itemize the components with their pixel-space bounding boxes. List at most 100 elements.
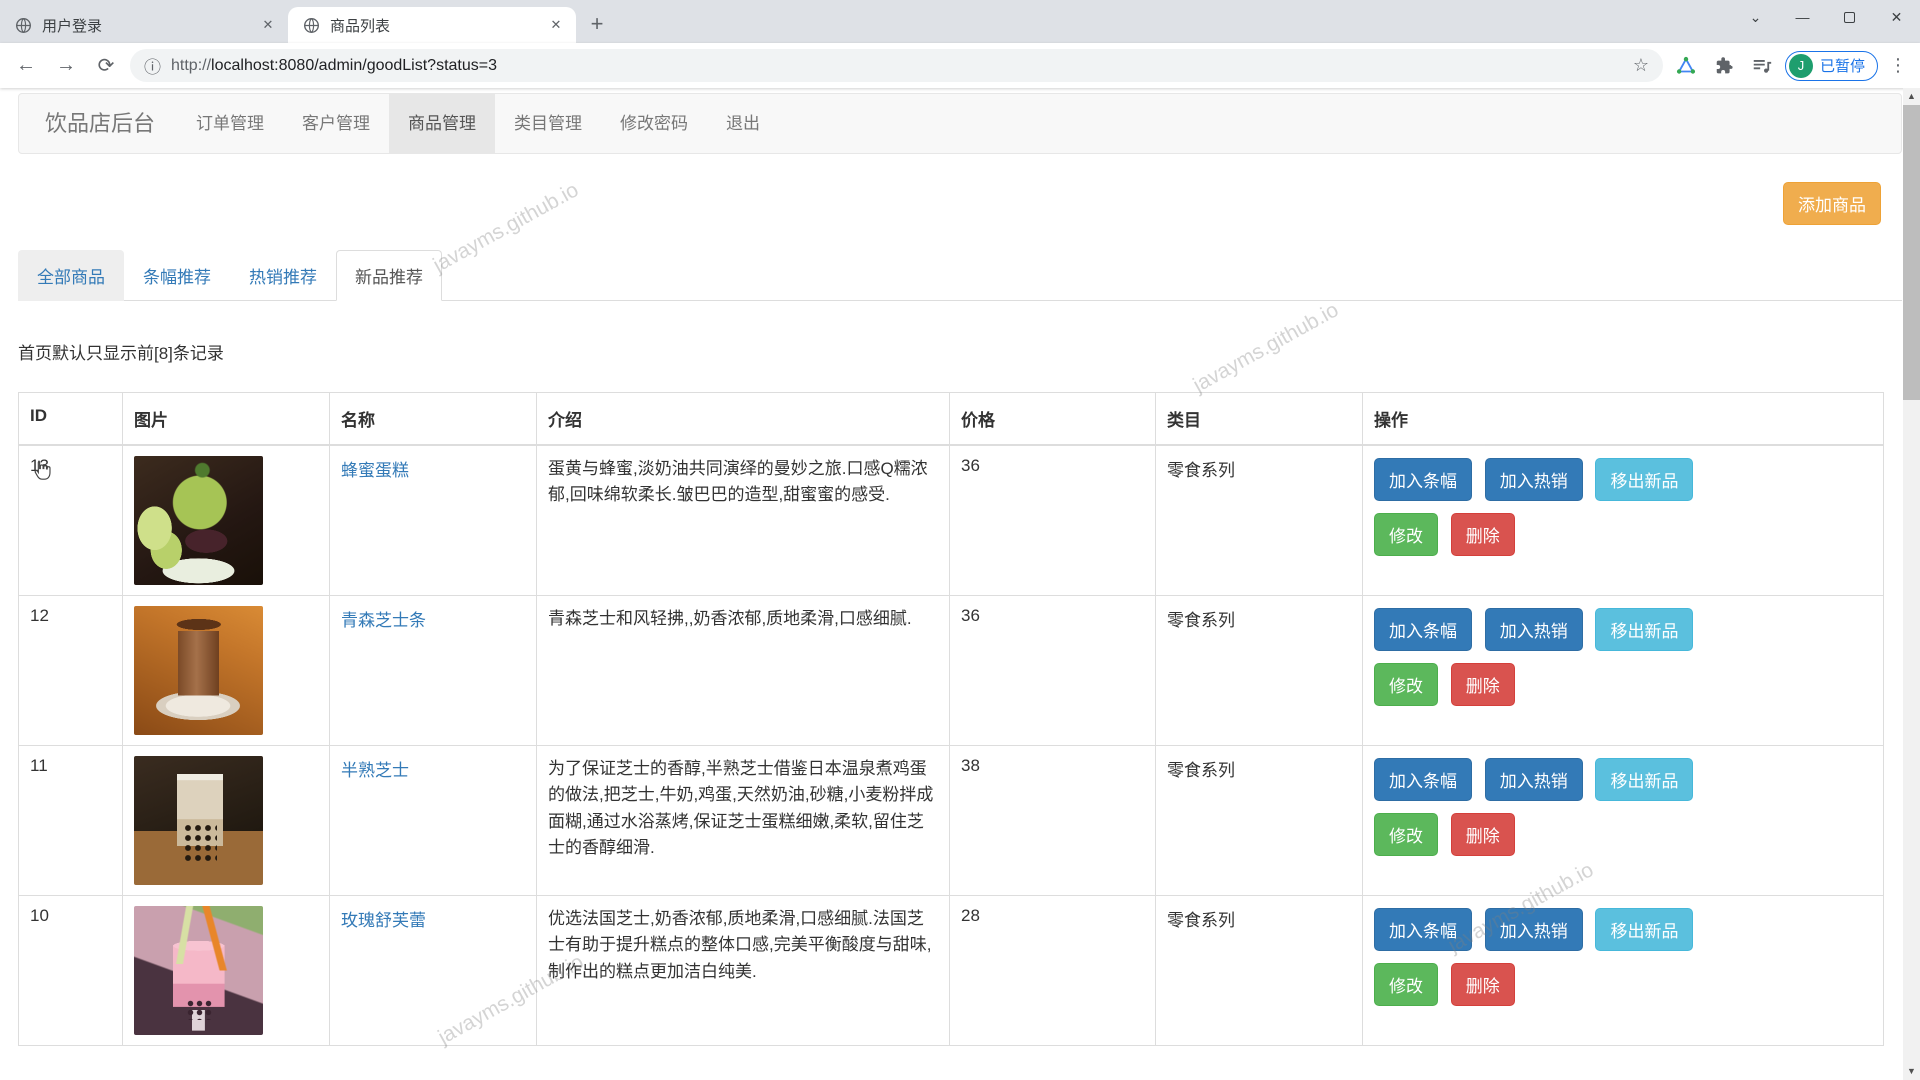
delete-button[interactable]: 删除 (1451, 513, 1515, 556)
globe-favicon-icon (14, 16, 32, 34)
product-category: 零食系列 (1156, 896, 1363, 1046)
avatar: J (1789, 54, 1813, 78)
mouse-cursor-icon (30, 458, 53, 486)
col-header-name: 名称 (330, 393, 537, 446)
scroll-down-icon[interactable]: ▼ (1903, 1063, 1920, 1079)
url-host: localhost:8080 (211, 57, 314, 74)
nav-item-goods[interactable]: 商品管理 (389, 94, 495, 153)
record-limit-note: 首页默认只显示前[8]条记录 (18, 339, 1902, 364)
add-banner-button[interactable]: 加入条幅 (1374, 608, 1472, 651)
table-row: 13 蜂蜜蛋糕 蛋黄与蜂蜜,淡奶油共同演绎的曼妙之旅.口感Q糯浓郁,回味绵软柔长… (19, 445, 1884, 596)
remove-new-button[interactable]: 移出新品 (1595, 758, 1693, 801)
table-row: 11 半熟芝士 为了保证芝士的香醇,半熟芝士借鉴日本温泉煮鸡蛋的做法,把芝士,牛… (19, 746, 1884, 896)
product-name-link[interactable]: 半熟芝士 (341, 761, 409, 780)
add-hot-button[interactable]: 加入热销 (1485, 758, 1583, 801)
nav-item-customers[interactable]: 客户管理 (283, 94, 389, 153)
add-hot-button[interactable]: 加入热销 (1485, 458, 1583, 501)
forward-button[interactable]: → (50, 50, 82, 82)
tab-close-icon[interactable]: ✕ (258, 15, 278, 35)
product-table-body: 13 蜂蜜蛋糕 蛋黄与蜂蜜,淡奶油共同演绎的曼妙之旅.口感Q糯浓郁,回味绵软柔长… (19, 445, 1884, 1046)
tab-all-goods[interactable]: 全部商品 (18, 250, 124, 301)
add-banner-button[interactable]: 加入条幅 (1374, 908, 1472, 951)
tab-hot-recommend[interactable]: 热销推荐 (230, 250, 336, 301)
product-id: 12 (19, 596, 123, 746)
browser-toolbar: ← → ⟳ ⓘ http://localhost:8080/admin/good… (0, 43, 1920, 88)
browser-menu-icon[interactable]: ⋮ (1886, 55, 1910, 76)
tab-new-recommend[interactable]: 新品推荐 (336, 250, 442, 301)
profile-status-label: 已暂停 (1820, 55, 1865, 76)
minimize-button[interactable]: — (1779, 0, 1826, 34)
product-description: 青森芝士和风轻拂,,奶香浓郁,质地柔滑,口感细腻. (548, 606, 938, 632)
product-name-link[interactable]: 蜂蜜蛋糕 (341, 461, 409, 480)
col-header-intro: 介绍 (537, 393, 950, 446)
restore-button[interactable] (1826, 0, 1873, 34)
profile-chip[interactable]: J 已暂停 (1785, 51, 1878, 81)
add-hot-button[interactable]: 加入热销 (1485, 608, 1583, 651)
product-name-link[interactable]: 青森芝士条 (341, 611, 426, 630)
add-banner-button[interactable]: 加入条幅 (1374, 758, 1472, 801)
delete-button[interactable]: 删除 (1451, 663, 1515, 706)
nav-item-logout[interactable]: 退出 (707, 94, 779, 153)
playlist-extension-icon[interactable] (1747, 51, 1777, 81)
table-header-row: ID 图片 名称 介绍 价格 类目 操作 (19, 393, 1884, 446)
col-header-category: 类目 (1156, 393, 1363, 446)
edit-button[interactable]: 修改 (1374, 813, 1438, 856)
vertical-scrollbar[interactable]: ▲ ▼ (1903, 88, 1920, 1080)
table-row: 12 青森芝士条 青森芝士和风轻拂,,奶香浓郁,质地柔滑,口感细腻. 36 零食… (19, 596, 1884, 746)
reload-button[interactable]: ⟳ (90, 50, 122, 82)
close-window-button[interactable]: ✕ (1873, 0, 1920, 34)
product-image (134, 606, 263, 735)
url-text: http://localhost:8080/admin/goodList?sta… (171, 57, 497, 75)
tab-close-icon[interactable]: ✕ (546, 15, 566, 35)
url-scheme: http:// (171, 57, 211, 74)
product-category: 零食系列 (1156, 596, 1363, 746)
product-id: 10 (19, 896, 123, 1046)
product-name-link[interactable]: 玫瑰舒芙蕾 (341, 911, 426, 930)
nav-item-change-password[interactable]: 修改密码 (601, 94, 707, 153)
col-header-actions: 操作 (1363, 393, 1884, 446)
product-image (134, 906, 263, 1035)
edit-button[interactable]: 修改 (1374, 963, 1438, 1006)
extensions-puzzle-icon[interactable] (1709, 51, 1739, 81)
scroll-up-icon[interactable]: ▲ (1903, 88, 1920, 104)
nav-item-categories[interactable]: 类目管理 (495, 94, 601, 153)
new-tab-button[interactable]: + (582, 9, 612, 39)
remove-new-button[interactable]: 移出新品 (1595, 458, 1693, 501)
product-price: 38 (950, 746, 1156, 896)
app-brand[interactable]: 饮品店后台 (19, 93, 177, 154)
table-row: 10 玫瑰舒芙蕾 优选法国芝士,奶香浓郁,质地柔滑,口感细腻.法国芝士有助于提升… (19, 896, 1884, 1046)
delete-button[interactable]: 删除 (1451, 963, 1515, 1006)
tab-banner-recommend[interactable]: 条幅推荐 (124, 250, 230, 301)
toolbar-row: 添加商品 (0, 154, 1920, 250)
nav-item-orders[interactable]: 订单管理 (177, 94, 283, 153)
browser-tab-user-login[interactable]: 用户登录 ✕ (0, 7, 288, 43)
add-product-button[interactable]: 添加商品 (1783, 182, 1881, 225)
tab-title: 用户登录 (42, 15, 248, 36)
bookmark-star-icon[interactable]: ☆ (1633, 55, 1649, 76)
edit-button[interactable]: 修改 (1374, 513, 1438, 556)
col-header-id: ID (19, 393, 123, 446)
product-price: 36 (950, 596, 1156, 746)
address-bar[interactable]: ⓘ http://localhost:8080/admin/goodList?s… (130, 49, 1663, 82)
goods-table: ID 图片 名称 介绍 价格 类目 操作 13 蜂蜜蛋糕 蛋黄与蜂蜜,淡奶油共同… (18, 392, 1884, 1046)
delete-button[interactable]: 删除 (1451, 813, 1515, 856)
product-description: 为了保证芝士的香醇,半熟芝士借鉴日本温泉煮鸡蛋的做法,把芝士,牛奶,鸡蛋,天然奶… (548, 756, 938, 861)
back-button[interactable]: ← (10, 50, 42, 82)
product-category: 零食系列 (1156, 746, 1363, 896)
product-image (134, 456, 263, 585)
product-description: 优选法国芝士,奶香浓郁,质地柔滑,口感细腻.法国芝士有助于提升糕点的整体口感,完… (548, 906, 938, 985)
extension-shape-icon[interactable] (1671, 51, 1701, 81)
site-info-icon[interactable]: ⓘ (144, 53, 161, 78)
restore-icon (1844, 12, 1855, 23)
browser-tab-goods-list[interactable]: 商品列表 ✕ (288, 7, 576, 43)
globe-favicon-icon (302, 16, 320, 34)
add-banner-button[interactable]: 加入条幅 (1374, 458, 1472, 501)
edit-button[interactable]: 修改 (1374, 663, 1438, 706)
scrollbar-thumb[interactable] (1903, 105, 1920, 400)
product-description: 蛋黄与蜂蜜,淡奶油共同演绎的曼妙之旅.口感Q糯浓郁,回味绵软柔长.皱巴巴的造型,… (548, 456, 938, 509)
remove-new-button[interactable]: 移出新品 (1595, 608, 1693, 651)
remove-new-button[interactable]: 移出新品 (1595, 908, 1693, 951)
browser-window: 用户登录 ✕ 商品列表 ✕ + ⌄ — ✕ ← → ⟳ ⓘ http://loc… (0, 0, 1920, 1080)
add-hot-button[interactable]: 加入热销 (1485, 908, 1583, 951)
tab-search-chevron-icon[interactable]: ⌄ (1732, 0, 1779, 34)
